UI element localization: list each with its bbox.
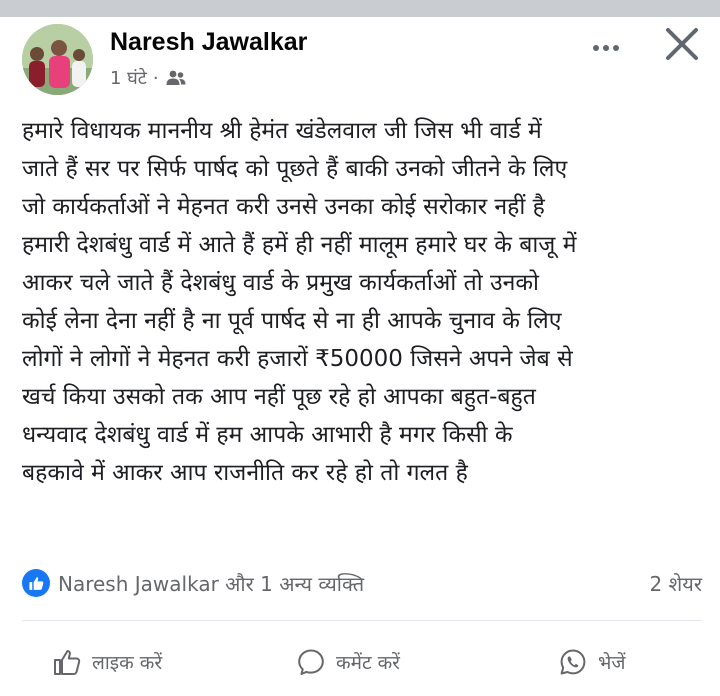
post-text-line: लोगों ने लोगों ने मेहनत करी हजारों ₹5000… xyxy=(22,346,573,372)
top-bar xyxy=(0,0,720,17)
whatsapp-icon xyxy=(560,649,586,675)
post-text-line: खर्च किया उसको तक आप नहीं पूछ रहे हो आपक… xyxy=(22,384,536,410)
reactors-text[interactable]: Naresh Jawalkar और 1 अन्य व्यक्ति xyxy=(58,570,364,597)
post-time[interactable]: 1 घंटे xyxy=(110,66,147,90)
like-reaction-icon[interactable] xyxy=(22,569,50,597)
post-body: हमारे विधायक माननीय श्री हेमंत खंडेलवाल … xyxy=(22,112,702,492)
thumbs-up-icon xyxy=(54,650,81,675)
shares-count[interactable]: 2 शेयर xyxy=(650,570,702,597)
comment-label: कमेंट करें xyxy=(336,652,400,674)
more-options-icon[interactable] xyxy=(586,36,626,60)
post-text-line: हमारे विधायक माननीय श्री हेमंत खंडेलवाल … xyxy=(22,118,542,144)
author-name[interactable]: Naresh Jawalkar xyxy=(110,28,307,57)
meta-separator: · xyxy=(152,67,159,89)
post-text-line: हमारी देशबंधु वार्ड में आते हैं हमें ही … xyxy=(22,232,577,258)
post-text-line: बहकावे में आकर आप राजनीति कर रहे हो तो ग… xyxy=(22,460,468,486)
post-header: Naresh Jawalkar 1 घंटे · xyxy=(22,24,702,95)
post-text-line: धन्यवाद देशबंधु वार्ड में हम आपके आभारी … xyxy=(22,422,513,448)
send-button[interactable]: भेजें xyxy=(558,636,625,688)
like-button[interactable]: लाइक करें xyxy=(52,636,162,688)
post-text-line: जो कार्यकर्ताओं ने मेहनत करी उनसे उनका क… xyxy=(22,194,545,220)
friends-icon xyxy=(165,69,187,87)
action-bar: लाइक करें कमेंट करें भेजें xyxy=(0,636,720,688)
send-label: भेजें xyxy=(598,652,626,674)
post-meta: 1 घंटे · xyxy=(110,65,187,91)
comment-icon xyxy=(298,649,324,675)
post-text-line: आकर चले जाते हैं देशबंधु वार्ड के प्रमुख… xyxy=(22,270,539,296)
comment-button[interactable]: कमेंट करें xyxy=(296,636,400,688)
avatar[interactable] xyxy=(22,24,93,95)
divider xyxy=(22,620,702,621)
post-text-line: जाते हैं सर पर सिर्फ पार्षद को पूछते हैं… xyxy=(22,156,568,182)
close-icon[interactable] xyxy=(662,24,702,64)
like-label: लाइक करें xyxy=(92,652,163,674)
post-text-line: कोई लेना देना नहीं है ना पूर्व पार्षद से… xyxy=(22,308,562,334)
reactions-bar: Naresh Jawalkar और 1 अन्य व्यक्ति 2 शेयर xyxy=(22,566,702,600)
